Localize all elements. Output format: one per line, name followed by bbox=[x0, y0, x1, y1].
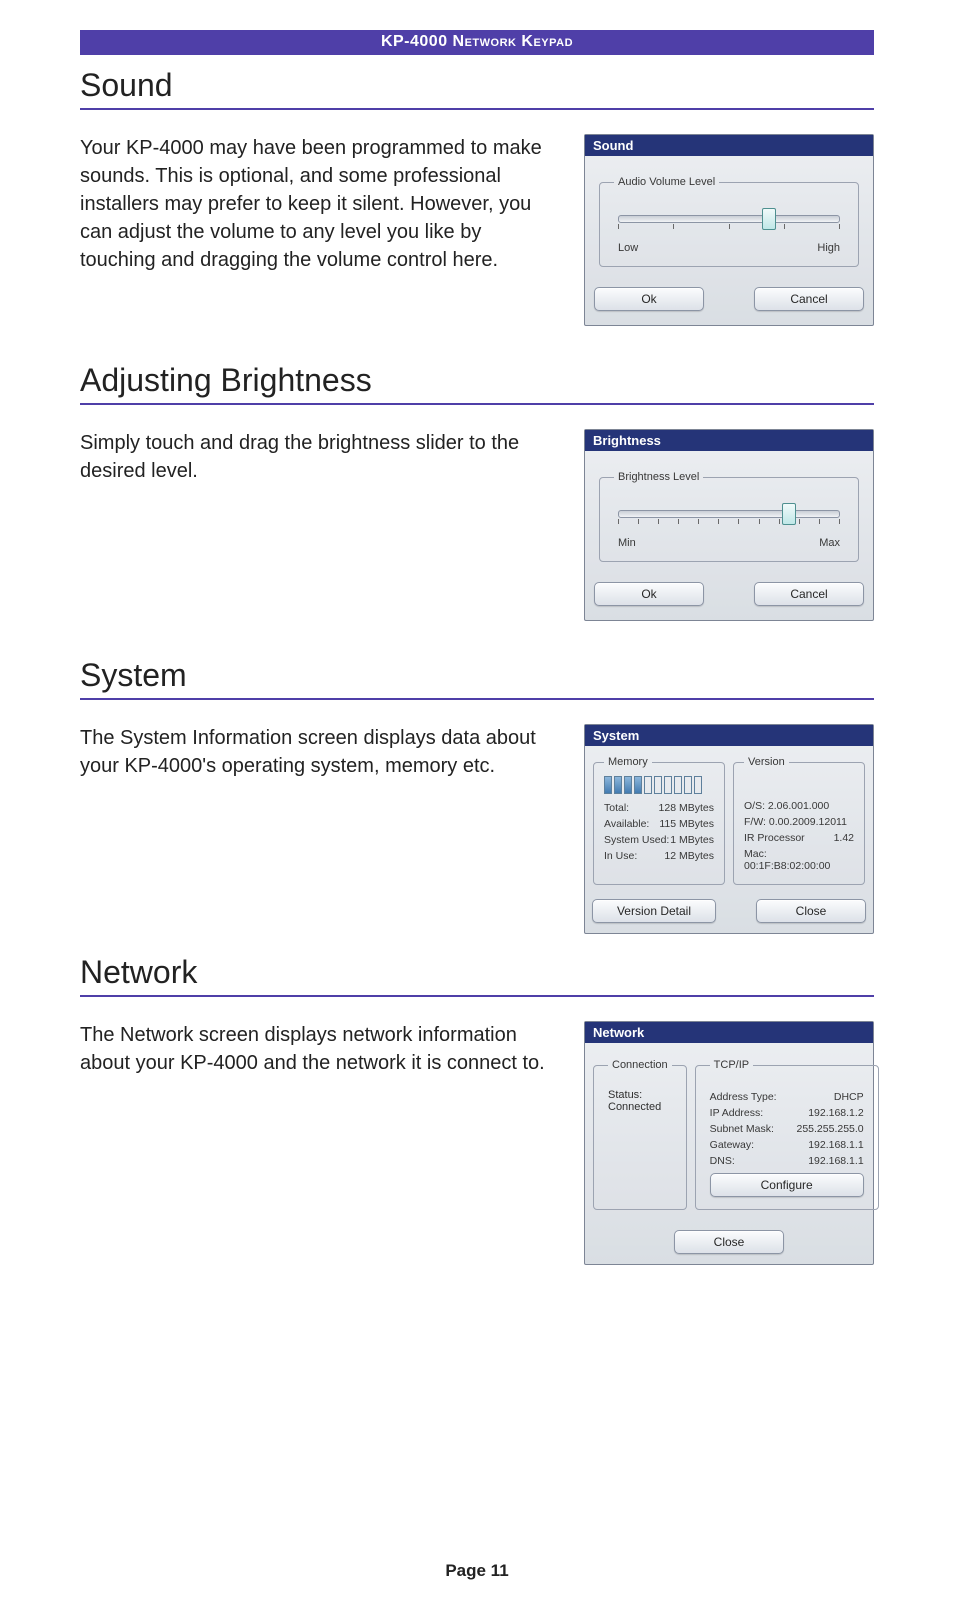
section-brightness: Adjusting Brightness Simply touch and dr… bbox=[80, 362, 874, 621]
kv-value: 128 MBytes bbox=[659, 802, 714, 814]
kv-value: 115 MBytes bbox=[659, 818, 714, 830]
kv-value: 12 MBytes bbox=[664, 850, 714, 862]
section-body-text: The System Information screen displays d… bbox=[80, 724, 554, 780]
version-ir-row: IR Processor 1.42 bbox=[744, 830, 854, 846]
kv-value: Mac: 00:1F:B8:02:00:00 bbox=[744, 848, 854, 872]
section-rule bbox=[80, 995, 874, 997]
section-title: Sound bbox=[80, 67, 874, 104]
section-body-text: Your KP-4000 may have been programmed to… bbox=[80, 134, 554, 274]
kv-label: Address Type: bbox=[710, 1091, 777, 1103]
kv-label: Gateway: bbox=[710, 1139, 754, 1151]
kv-label: Subnet Mask: bbox=[710, 1123, 774, 1135]
mem-total-row: Total: 128 MBytes bbox=[604, 800, 714, 816]
section-network: Network The Network screen displays netw… bbox=[80, 954, 874, 1265]
slider-label-max: Max bbox=[819, 537, 840, 549]
memory-group: Memory Total: 128 MBytes Available: 115 … bbox=[593, 756, 725, 885]
screenshot-sound: Sound Audio Volume Level Low bbox=[584, 134, 874, 326]
kv-label: IR Processor bbox=[744, 832, 805, 844]
tcpip-group: TCP/IP Address Type: DHCP IP Address: 19… bbox=[695, 1059, 879, 1210]
version-mac-row: Mac: 00:1F:B8:02:00:00 bbox=[744, 846, 854, 874]
cancel-button[interactable]: Cancel bbox=[754, 287, 864, 311]
window-title: Brightness bbox=[585, 430, 873, 451]
cancel-button[interactable]: Cancel bbox=[754, 582, 864, 606]
section-rule bbox=[80, 403, 874, 405]
section-system: System The System Information screen dis… bbox=[80, 657, 874, 934]
page-number: Page 11 bbox=[0, 1561, 954, 1581]
kv-value: F/W: 0.00.2009.12011 bbox=[744, 816, 847, 828]
close-button[interactable]: Close bbox=[674, 1230, 784, 1254]
slider-label-high: High bbox=[817, 242, 840, 254]
kv-label: In Use: bbox=[604, 850, 637, 862]
configure-button[interactable]: Configure bbox=[710, 1173, 864, 1197]
mem-system-used-row: System Used: 1 MBytes bbox=[604, 832, 714, 848]
volume-slider-thumb[interactable] bbox=[762, 208, 776, 230]
kv-value: 192.168.1.1 bbox=[808, 1155, 863, 1167]
audio-volume-legend: Audio Volume Level bbox=[614, 176, 719, 188]
brightness-legend: Brightness Level bbox=[614, 471, 703, 483]
slider-ticks bbox=[618, 519, 840, 524]
version-group: Version O/S: 2.06.001.000 F/W: 0.00.2009… bbox=[733, 756, 865, 885]
tcpip-dns-row: DNS: 192.168.1.1 bbox=[710, 1153, 864, 1169]
volume-slider-track[interactable] bbox=[618, 215, 840, 223]
brightness-slider-thumb[interactable] bbox=[782, 503, 796, 525]
page-header: KP-4000 Network Keypad bbox=[80, 30, 874, 55]
kv-value: 1 MBytes bbox=[670, 834, 714, 846]
tcpip-addr-type-row: Address Type: DHCP bbox=[710, 1089, 864, 1105]
kv-label: DNS: bbox=[710, 1155, 735, 1167]
document-page: KP-4000 Network Keypad Sound Your KP-400… bbox=[0, 0, 954, 1615]
version-detail-button[interactable]: Version Detail bbox=[592, 899, 716, 923]
tcpip-mask-row: Subnet Mask: 255.255.255.0 bbox=[710, 1121, 864, 1137]
slider-label-low: Low bbox=[618, 242, 638, 254]
slider-label-min: Min bbox=[618, 537, 636, 549]
kv-label: System Used: bbox=[604, 834, 669, 846]
brightness-group: Brightness Level Min Max bbox=[599, 471, 859, 562]
memory-legend: Memory bbox=[604, 756, 652, 768]
kv-value: 192.168.1.2 bbox=[808, 1107, 863, 1119]
kv-value: 255.255.255.0 bbox=[797, 1123, 864, 1135]
window-title: Sound bbox=[585, 135, 873, 156]
connection-group: Connection Status: Connected bbox=[593, 1059, 687, 1210]
tcpip-gw-row: Gateway: 192.168.1.1 bbox=[710, 1137, 864, 1153]
screenshot-brightness: Brightness Brightness Level Min bbox=[584, 429, 874, 621]
section-sound: Sound Your KP-4000 may have been program… bbox=[80, 67, 874, 326]
header-banner-title: KP-4000 Network Keypad bbox=[80, 30, 874, 55]
section-title: Network bbox=[80, 954, 874, 991]
mem-in-use-row: In Use: 12 MBytes bbox=[604, 848, 714, 864]
screenshot-network: Network Connection Status: Connected TCP… bbox=[584, 1021, 874, 1265]
section-title: System bbox=[80, 657, 874, 694]
kv-value: 1.42 bbox=[834, 832, 854, 844]
brightness-slider-track[interactable] bbox=[618, 510, 840, 518]
window-title: System bbox=[585, 725, 873, 746]
tcpip-ip-row: IP Address: 192.168.1.2 bbox=[710, 1105, 864, 1121]
kv-label: Total: bbox=[604, 802, 629, 814]
ok-button[interactable]: Ok bbox=[594, 582, 704, 606]
slider-ticks bbox=[618, 224, 840, 229]
connection-legend: Connection bbox=[608, 1059, 672, 1071]
version-legend: Version bbox=[744, 756, 789, 768]
kv-value: 192.168.1.1 bbox=[808, 1139, 863, 1151]
kv-value: O/S: 2.06.001.000 bbox=[744, 800, 829, 812]
kv-label: IP Address: bbox=[710, 1107, 764, 1119]
memory-usage-bars bbox=[604, 776, 714, 794]
section-title: Adjusting Brightness bbox=[80, 362, 874, 399]
mem-available-row: Available: 115 MBytes bbox=[604, 816, 714, 832]
kv-label: Available: bbox=[604, 818, 649, 830]
section-body-text: Simply touch and drag the brightness sli… bbox=[80, 429, 554, 485]
version-os-row: O/S: 2.06.001.000 bbox=[744, 798, 854, 814]
status-value: Connected bbox=[608, 1101, 672, 1113]
section-body-text: The Network screen displays network info… bbox=[80, 1021, 554, 1077]
version-fw-row: F/W: 0.00.2009.12011 bbox=[744, 814, 854, 830]
screenshot-system: System Memory Total: 128 MBytes bbox=[584, 724, 874, 934]
audio-volume-group: Audio Volume Level Low High bbox=[599, 176, 859, 267]
tcpip-legend: TCP/IP bbox=[710, 1059, 753, 1071]
ok-button[interactable]: Ok bbox=[594, 287, 704, 311]
window-title: Network bbox=[585, 1022, 873, 1043]
kv-value: DHCP bbox=[834, 1091, 864, 1103]
status-label: Status: bbox=[608, 1089, 672, 1101]
section-rule bbox=[80, 108, 874, 110]
section-rule bbox=[80, 698, 874, 700]
close-button[interactable]: Close bbox=[756, 899, 866, 923]
